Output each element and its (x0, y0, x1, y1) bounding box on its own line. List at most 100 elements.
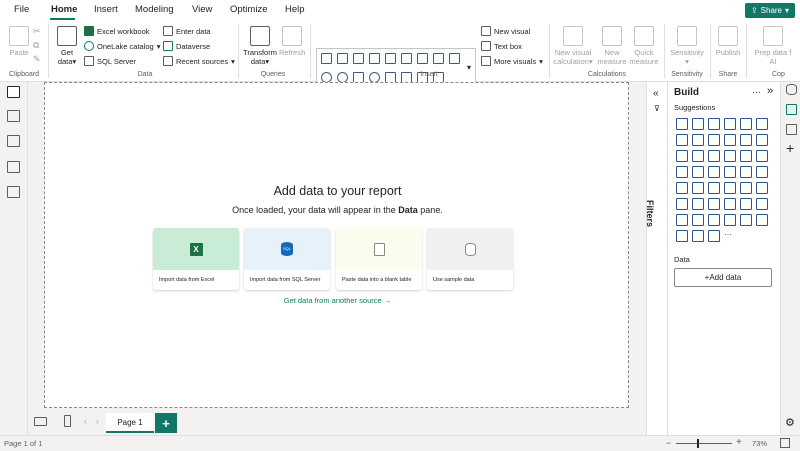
scatter-visual-icon[interactable] (708, 150, 720, 162)
slicer-visual-icon[interactable] (724, 182, 736, 194)
decomposition-tree-visual-icon[interactable] (724, 198, 736, 210)
new-measure-button[interactable]: New measure (596, 26, 628, 66)
more-options-icon[interactable]: ··· (752, 87, 761, 97)
desktop-layout-icon[interactable] (34, 417, 47, 426)
ribbon-visual-icon[interactable] (756, 134, 768, 146)
filled-map-visual-icon[interactable] (692, 166, 704, 178)
tab-page-1[interactable]: Page 1 (106, 413, 154, 433)
quick-measure-button[interactable]: Quick measure (628, 26, 660, 66)
paste-data-card[interactable]: Paste data into a blank table (336, 228, 422, 290)
mobile-layout-icon[interactable] (64, 415, 71, 427)
map-visual-icon[interactable] (676, 166, 688, 178)
publish-button[interactable]: Publish (714, 26, 742, 57)
power-automate-visual-icon[interactable] (724, 214, 736, 226)
zoom-slider[interactable] (676, 443, 732, 444)
zoom-in-icon[interactable]: + (736, 437, 742, 448)
get-data-other-source-link[interactable]: Get data from another source → (45, 296, 630, 305)
report-view-icon[interactable] (7, 86, 20, 98)
pie-visual-icon[interactable] (724, 150, 736, 162)
tmdl-view-icon[interactable] (7, 186, 20, 198)
narrative-2-visual-icon[interactable] (708, 230, 720, 242)
key-influencers-visual-icon[interactable] (708, 198, 720, 210)
waterfall-visual-icon[interactable] (676, 150, 688, 162)
settings-gear-icon[interactable]: ⚙ (785, 416, 795, 429)
build-pane-icon[interactable] (786, 104, 797, 115)
data-pane-icon[interactable] (786, 84, 797, 95)
stacked-column-visual-icon[interactable] (692, 118, 704, 130)
paste-button[interactable]: Paste (6, 26, 32, 57)
stacked-100-column-icon[interactable] (401, 53, 412, 64)
clustered-column-visual-icon[interactable] (724, 118, 736, 130)
power-apps-2-visual-icon[interactable] (692, 230, 704, 242)
model-view-icon[interactable] (7, 135, 20, 147)
add-data-button[interactable]: +Add data (674, 268, 772, 287)
menu-file[interactable]: File (14, 4, 29, 15)
onelake-catalog-button[interactable]: OneLake catalog ▾ (84, 41, 160, 51)
new-visual-button[interactable]: New visual (481, 26, 530, 36)
new-card-visual-icon[interactable] (740, 214, 752, 226)
dataverse-button[interactable]: Dataverse (163, 41, 210, 51)
fit-to-page-icon[interactable] (780, 438, 790, 448)
azure-map-visual-icon[interactable] (708, 166, 720, 178)
clustered-column-icon[interactable] (369, 53, 380, 64)
table-visual-icon[interactable] (740, 182, 752, 194)
line-chart-icon[interactable] (417, 53, 428, 64)
more-visuals-button[interactable]: More visuals ▾ (481, 56, 543, 66)
enter-data-button[interactable]: Enter data (163, 26, 211, 36)
zoom-out-icon[interactable]: − (666, 438, 671, 448)
shape-map-visual-icon[interactable] (724, 166, 736, 178)
get-data-button[interactable]: Get data▾ (54, 26, 80, 66)
expand-filters-icon[interactable]: « (653, 88, 659, 99)
more-visual-icon[interactable]: ··· (724, 230, 732, 239)
format-painter-icon[interactable]: ✎ (33, 54, 41, 65)
scroll-left-icon[interactable]: ‹ (84, 417, 87, 426)
menu-optimize[interactable]: Optimize (230, 4, 267, 15)
text-box-button[interactable]: Text box (481, 41, 522, 51)
new-slicer-visual-icon[interactable] (756, 214, 768, 226)
table-view-icon[interactable] (7, 110, 20, 122)
import-excel-card[interactable]: X Import data from Excel (153, 228, 239, 290)
recent-sources-button[interactable]: Recent sources ▾ (163, 56, 235, 66)
line-clustered-column-visual-icon[interactable] (740, 134, 752, 146)
paginated-visual-icon[interactable] (692, 214, 704, 226)
clustered-bar-visual-icon[interactable] (708, 118, 720, 130)
column-chart-icon[interactable] (337, 53, 348, 64)
stacked-bar-visual-icon[interactable] (676, 118, 688, 130)
line-visual-icon[interactable] (676, 134, 688, 146)
gauge-visual-icon[interactable] (756, 166, 768, 178)
area-chart-icon[interactable] (433, 53, 444, 64)
r-script-visual-icon[interactable] (676, 198, 688, 210)
add-page-button[interactable]: + (155, 413, 177, 433)
transform-data-button[interactable]: Transform data▾ (242, 26, 278, 66)
stacked-100-bar-icon[interactable] (385, 53, 396, 64)
kpi-visual-icon[interactable] (708, 182, 720, 194)
add-pane-icon[interactable]: + (786, 140, 794, 156)
donut-visual-icon[interactable] (740, 150, 752, 162)
clustered-bar-icon[interactable] (353, 53, 364, 64)
smart-narrative-visual-icon[interactable] (756, 198, 768, 210)
refresh-button[interactable]: Refresh (279, 26, 305, 57)
zoom-slider-thumb[interactable] (697, 439, 700, 448)
share-button[interactable]: ⇪ Share ▾ (745, 3, 795, 18)
goals-visual-icon[interactable] (676, 214, 688, 226)
funnel-visual-icon[interactable] (692, 150, 704, 162)
dax-query-view-icon[interactable] (7, 161, 20, 173)
sql-server-button[interactable]: SQL Server (84, 56, 136, 66)
azure-map-2-visual-icon[interactable] (676, 230, 688, 242)
card-visual-icon[interactable] (676, 182, 688, 194)
copy-icon[interactable]: ⧉ (33, 40, 39, 51)
format-pane-icon[interactable] (786, 124, 797, 135)
gallery-expand-icon[interactable]: ▾ (467, 63, 471, 72)
sample-data-card[interactable]: Use sample data (427, 228, 513, 290)
menu-help[interactable]: Help (285, 4, 305, 15)
report-page[interactable]: Add data to your report Once loaded, you… (44, 82, 629, 408)
excel-workbook-button[interactable]: Excel workbook (84, 26, 150, 36)
menu-view[interactable]: View (192, 4, 212, 15)
stacked-100-column-visual-icon[interactable] (756, 118, 768, 130)
new-visual-calculation-button[interactable]: New visual calculation▾ (553, 26, 593, 66)
scroll-right-icon[interactable]: › (96, 417, 99, 426)
arcgis-visual-icon[interactable] (740, 166, 752, 178)
menu-insert[interactable]: Insert (94, 4, 118, 15)
filters-pane-collapsed[interactable]: « ⊽ Filters (645, 82, 668, 435)
menu-home[interactable]: Home (51, 4, 77, 15)
